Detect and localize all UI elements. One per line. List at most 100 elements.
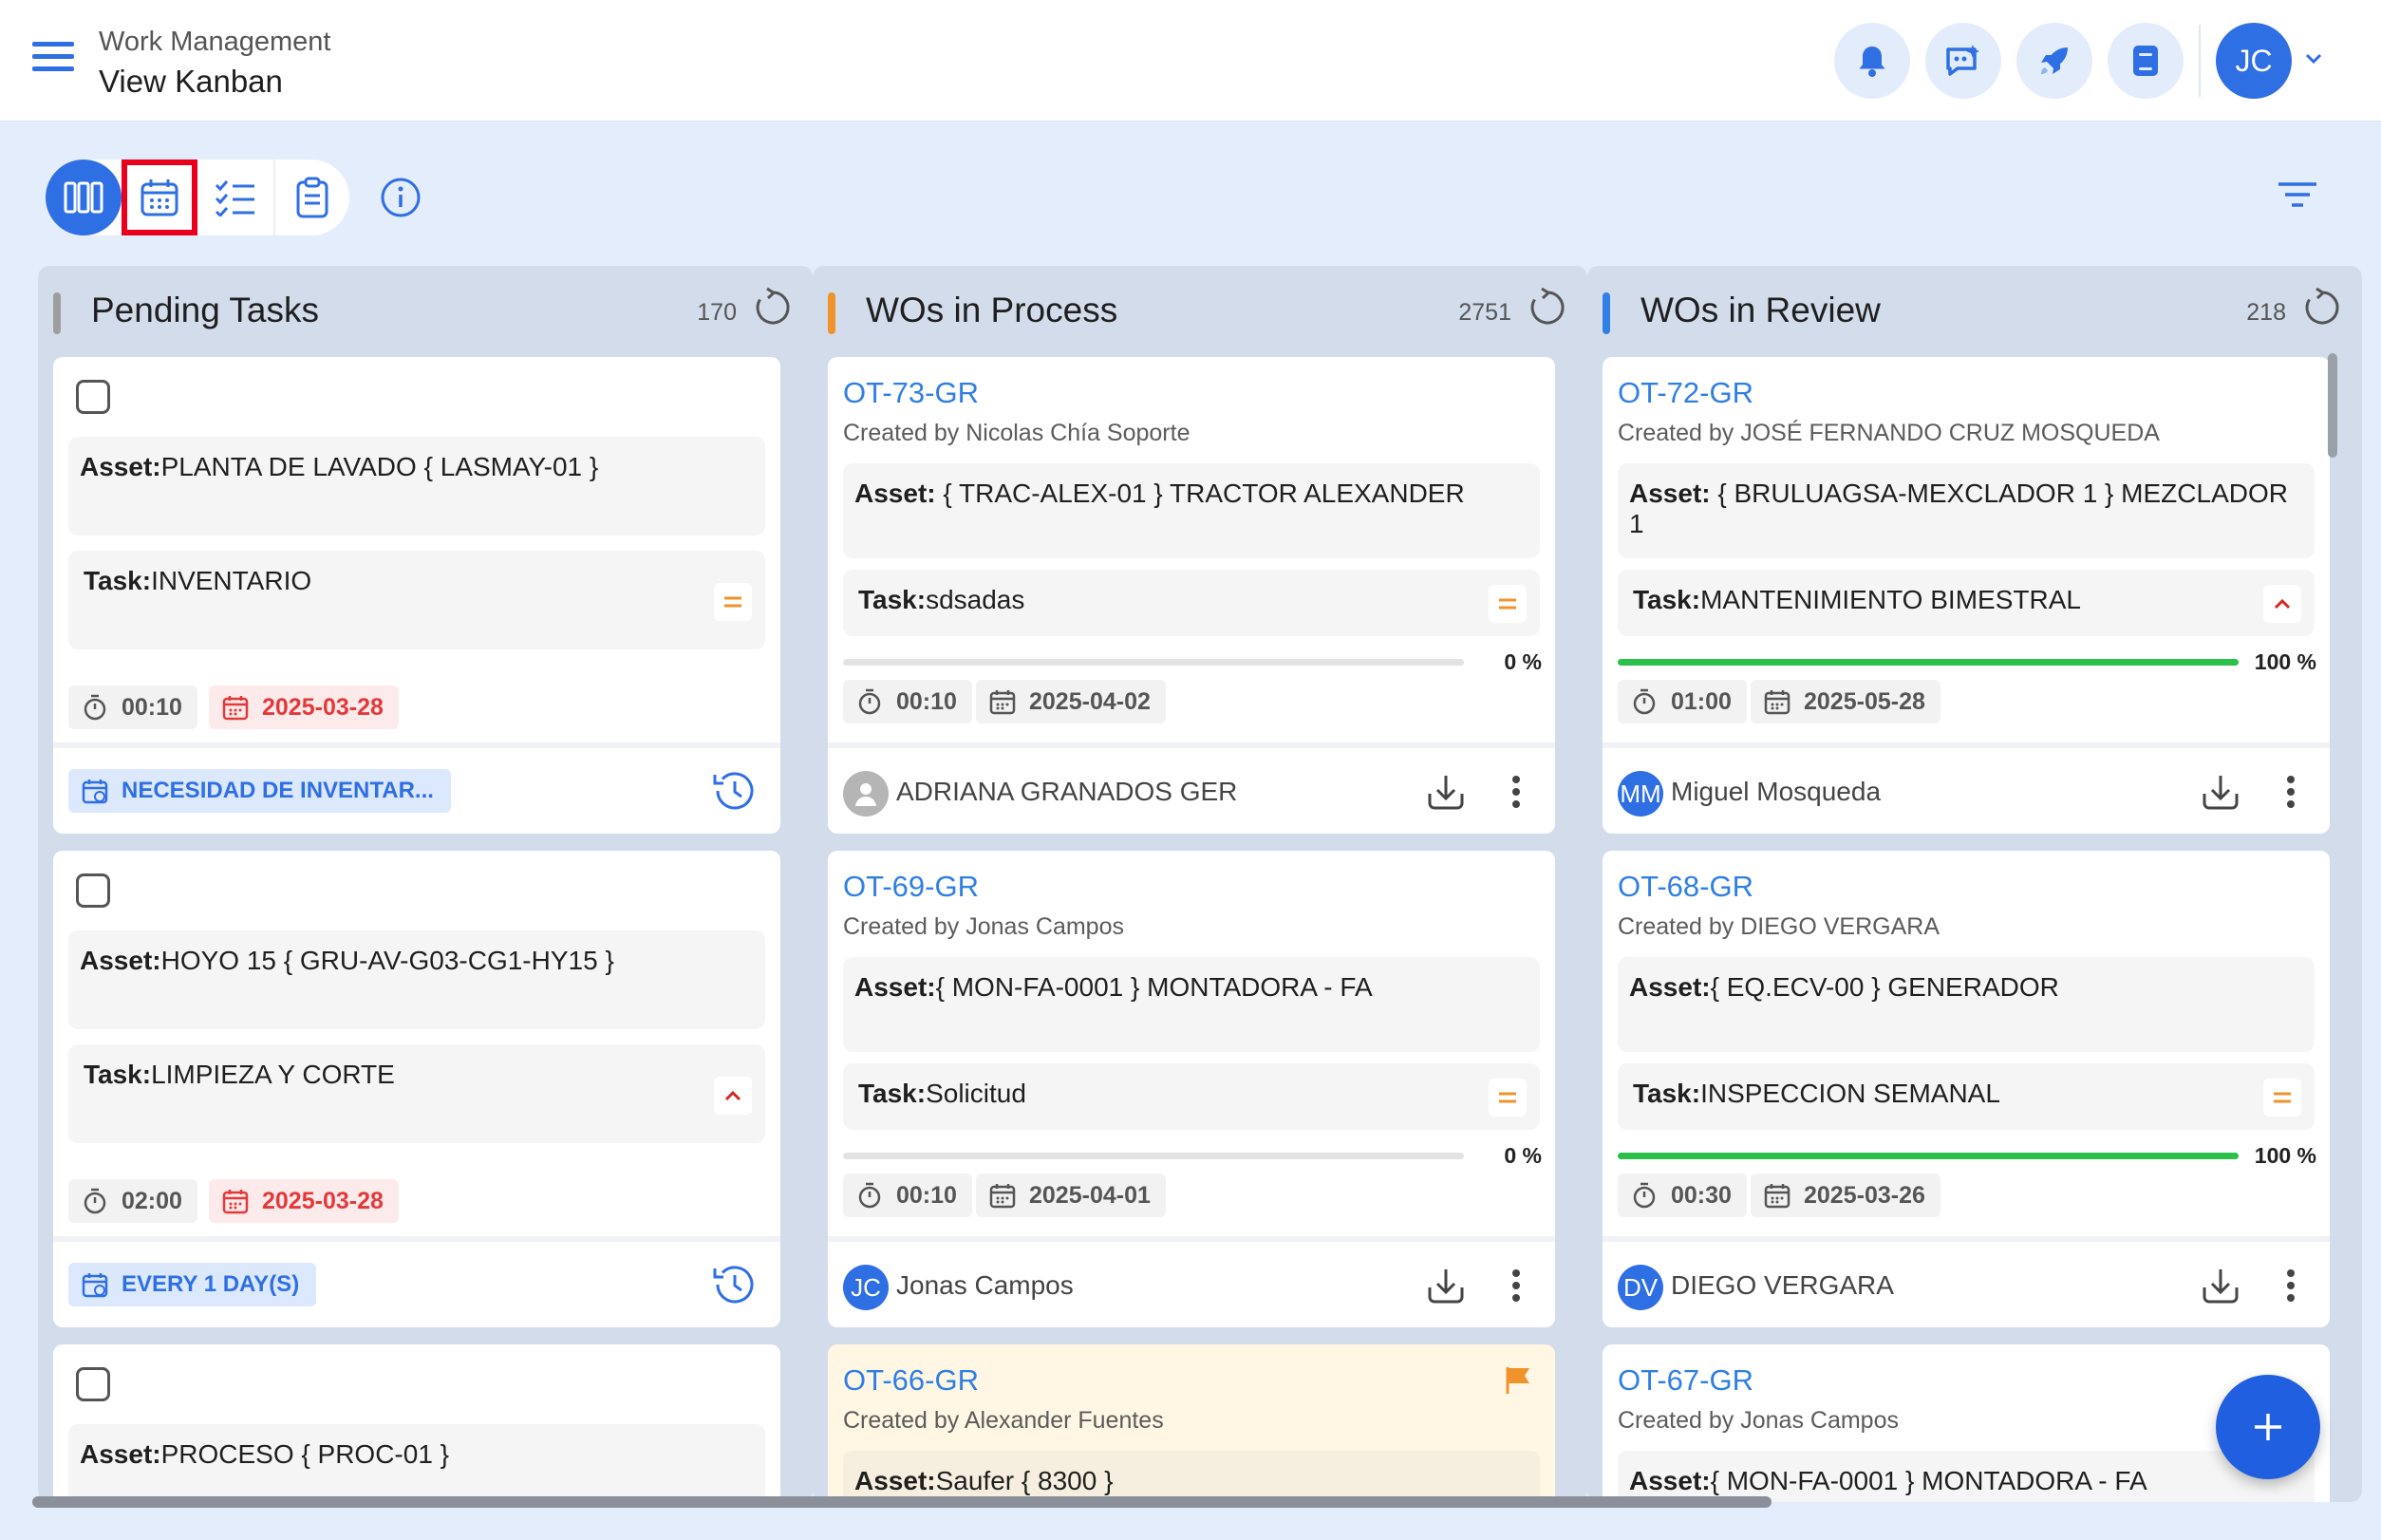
- kebab-icon[interactable]: [2286, 775, 2296, 809]
- stopwatch-icon: [858, 688, 881, 715]
- due-date-chip: 2025-04-01: [976, 1174, 1166, 1217]
- task-card[interactable]: Asset:PLANTA DE LAVADO { LASMAY-01 } Tas…: [53, 357, 780, 834]
- calendar-view-button[interactable]: [122, 160, 197, 235]
- work-order-id[interactable]: OT-69-GR: [843, 870, 979, 904]
- work-order-id[interactable]: OT-67-GR: [1618, 1363, 1753, 1398]
- asset-value: HOYO 15 { GRU-AV-G03-CG1-HY15 }: [160, 946, 614, 975]
- refresh-icon[interactable]: [2301, 287, 2343, 329]
- column-scrollbar[interactable]: [2328, 353, 2337, 458]
- kanban-view-button[interactable]: [46, 160, 122, 235]
- clipboard-icon: [296, 177, 328, 218]
- documentation-button[interactable]: [2108, 23, 2184, 99]
- work-order-card[interactable]: OT-73-GR Created by Nicolas Chía Soporte…: [828, 357, 1555, 834]
- work-order-id[interactable]: OT-68-GR: [1618, 870, 1753, 904]
- priority-equal-icon: [1499, 598, 1516, 610]
- refresh-icon[interactable]: [1527, 287, 1568, 329]
- menu-icon[interactable]: [32, 42, 74, 80]
- due-date-chip: 2025-03-28: [209, 685, 399, 729]
- assignee-name: Jonas Campos: [896, 1270, 1074, 1300]
- avatar: DV: [1618, 1265, 1663, 1310]
- avatar: MM: [1618, 771, 1663, 817]
- checklist-icon: [215, 180, 254, 216]
- stopwatch-icon: [84, 1188, 106, 1214]
- due-date-chip: 2025-05-28: [1751, 680, 1940, 723]
- assistant-chat-button[interactable]: [1925, 23, 2001, 99]
- calendar-small-icon: [989, 1184, 1016, 1209]
- page-title: View Kanban: [99, 64, 283, 99]
- user-avatar[interactable]: JC: [2216, 23, 2292, 99]
- chevron-down-icon[interactable]: [2303, 47, 2324, 68]
- asset-value: { EQ.ECV-00 } GENERADOR: [1710, 972, 2059, 1002]
- info-icon[interactable]: [378, 175, 423, 220]
- task-value: Solicitud: [926, 1079, 1026, 1108]
- assignee-name: ADRIANA GRANADOS GER: [896, 777, 1238, 806]
- work-order-id[interactable]: OT-72-GR: [1618, 376, 1753, 410]
- card-footer: EVERY 1 DAY(S): [53, 1236, 780, 1327]
- created-by: Created by Jonas Campos: [843, 913, 1124, 940]
- duration-chip: 00:10: [843, 1174, 972, 1217]
- card-footer: ADRIANA GRANADOS GER: [828, 742, 1555, 834]
- select-checkbox[interactable]: [76, 1367, 110, 1401]
- due-date-chip: 2025-03-28: [209, 1179, 399, 1223]
- notifications-button[interactable]: [1834, 23, 1910, 99]
- history-icon[interactable]: [710, 769, 756, 813]
- task-label: Task:: [1633, 585, 1701, 614]
- asset-box: Asset: { TRAC-ALEX-01 } TRACTOR ALEXANDE…: [843, 463, 1540, 558]
- work-order-card[interactable]: OT-66-GR Created by Alexander Fuentes As…: [828, 1344, 1555, 1502]
- download-icon[interactable]: [1426, 773, 1466, 811]
- asset-label: Asset:: [854, 972, 936, 1002]
- column-color-bar: [53, 292, 61, 334]
- created-by: Created by JOSÉ FERNANDO CRUZ MOSQUEDA: [1618, 420, 2160, 446]
- kebab-icon[interactable]: [1511, 775, 1521, 809]
- duration-value: 00:10: [896, 687, 957, 715]
- calendar-small-icon: [989, 690, 1016, 715]
- task-card[interactable]: Asset:HOYO 15 { GRU-AV-G03-CG1-HY15 } Ta…: [53, 851, 780, 1327]
- kanban-icon: [64, 181, 103, 214]
- refresh-icon[interactable]: [752, 287, 794, 329]
- duration-value: 02:00: [122, 1187, 182, 1214]
- kebab-icon[interactable]: [2286, 1268, 2296, 1303]
- task-label: Task:: [858, 585, 927, 614]
- history-icon[interactable]: [710, 1263, 756, 1306]
- task-label: Task:: [84, 1060, 152, 1089]
- list-view-button[interactable]: [197, 160, 273, 235]
- toolbar-divider: [2199, 25, 2201, 97]
- board-horizontal-scrollbar[interactable]: [32, 1496, 1772, 1508]
- work-order-card[interactable]: OT-68-GR Created by DIEGO VERGARA Asset:…: [1603, 851, 2330, 1327]
- avatar: JC: [843, 1265, 889, 1310]
- download-icon[interactable]: [1426, 1267, 1466, 1305]
- breadcrumb: Work Management View Kanban: [99, 27, 330, 100]
- task-value: sdsadas: [926, 585, 1025, 614]
- progress-percent: 100 %: [2254, 1143, 2316, 1168]
- progress-percent: 100 %: [2254, 649, 2316, 674]
- duration-chip: 00:10: [843, 680, 972, 723]
- task-board-view-button[interactable]: [273, 160, 349, 235]
- priority-indicator: [2263, 585, 2301, 623]
- select-checkbox[interactable]: [76, 380, 110, 414]
- asset-label: Asset:: [1629, 1466, 1711, 1495]
- filter-icon[interactable]: [2277, 180, 2318, 209]
- due-date-chip: 2025-04-02: [976, 680, 1166, 723]
- schedule-tag-label: NECESIDAD DE INVENTAR...: [122, 778, 434, 803]
- quick-launch-button[interactable]: [2016, 23, 2092, 99]
- download-icon[interactable]: [2201, 1267, 2240, 1305]
- select-checkbox[interactable]: [76, 873, 110, 908]
- work-order-id[interactable]: OT-66-GR: [843, 1363, 979, 1398]
- priority-indicator: [2263, 1079, 2301, 1117]
- column-pending-tasks: Pending Tasks 170 Asset:PLANTA DE LAVADO…: [38, 266, 813, 1502]
- work-order-id[interactable]: OT-73-GR: [843, 376, 979, 410]
- asset-value: Saufer { 8300 }: [935, 1466, 1114, 1495]
- column-wos-in-review: WOs in Review 218 OT-72-GR Created by JO…: [1587, 266, 2362, 1502]
- work-order-card[interactable]: OT-69-GR Created by Jonas Campos Asset:{…: [828, 851, 1555, 1327]
- progress-fill: [1618, 1153, 2239, 1159]
- schedule-tag[interactable]: NECESIDAD DE INVENTAR...: [68, 769, 451, 813]
- schedule-tag[interactable]: EVERY 1 DAY(S): [68, 1263, 317, 1306]
- work-order-card[interactable]: OT-72-GR Created by JOSÉ FERNANDO CRUZ M…: [1603, 357, 2330, 834]
- flag-icon[interactable]: [1504, 1365, 1534, 1396]
- task-card[interactable]: Asset:PROCESO { PROC-01 }: [53, 1344, 780, 1502]
- add-work-order-button[interactable]: [2216, 1375, 2320, 1479]
- download-icon[interactable]: [2201, 773, 2240, 811]
- bell-icon: [1859, 47, 1885, 77]
- progress-bar: [843, 1153, 1464, 1159]
- kebab-icon[interactable]: [1511, 1268, 1521, 1303]
